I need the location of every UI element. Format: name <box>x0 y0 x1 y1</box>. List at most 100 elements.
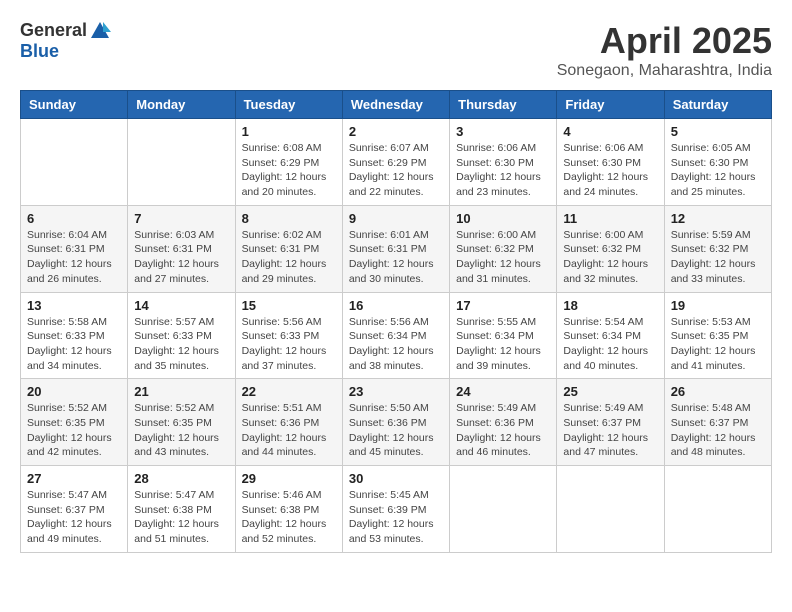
calendar-cell: 25 Sunrise: 5:49 AM Sunset: 6:37 PM Dayli… <box>557 379 664 466</box>
day-number: 3 <box>456 124 550 139</box>
calendar-cell: 10 Sunrise: 6:00 AM Sunset: 6:32 PM Dayli… <box>450 205 557 292</box>
day-number: 16 <box>349 298 443 313</box>
calendar-cell: 19Sunrise: 5:53 AM Sunset: 6:35 PM Dayli… <box>664 292 771 379</box>
calendar-cell: 5Sunrise: 6:05 AM Sunset: 6:30 PM Daylig… <box>664 119 771 206</box>
day-info: Sunrise: 5:46 AM Sunset: 6:38 PM Dayligh… <box>242 488 336 547</box>
day-info: Sunrise: 5:52 AM Sunset: 6:35 PM Dayligh… <box>134 401 228 460</box>
calendar-cell <box>557 466 664 553</box>
day-info: Sunrise: 6:03 AM Sunset: 6:31 PM Dayligh… <box>134 228 228 287</box>
day-number: 8 <box>242 211 336 226</box>
calendar-cell: 3 Sunrise: 6:06 AM Sunset: 6:30 PM Daylig… <box>450 119 557 206</box>
month-title: April 2025 <box>557 20 772 62</box>
day-info: Sunrise: 5:49 AM Sunset: 6:36 PM Dayligh… <box>456 401 550 460</box>
title-area: April 2025 Sonegaon, Maharashtra, India <box>557 20 772 80</box>
day-info: Sunrise: 6:00 AM Sunset: 6:32 PM Dayligh… <box>456 228 550 287</box>
day-info: Sunrise: 5:57 AM Sunset: 6:33 PM Dayligh… <box>134 315 228 374</box>
calendar-header-sunday: Sunday <box>21 91 128 119</box>
day-number: 10 <box>456 211 550 226</box>
calendar-cell: 23 Sunrise: 5:50 AM Sunset: 6:36 PM Dayli… <box>342 379 449 466</box>
day-number: 4 <box>563 124 657 139</box>
day-info: Sunrise: 5:52 AM Sunset: 6:35 PM Dayligh… <box>27 401 121 460</box>
calendar-cell: 21Sunrise: 5:52 AM Sunset: 6:35 PM Dayli… <box>128 379 235 466</box>
day-info: Sunrise: 6:02 AM Sunset: 6:31 PM Dayligh… <box>242 228 336 287</box>
calendar-week-4: 20 Sunrise: 5:52 AM Sunset: 6:35 PM Dayli… <box>21 379 772 466</box>
logo-blue: Blue <box>20 41 59 61</box>
day-info: Sunrise: 5:58 AM Sunset: 6:33 PM Dayligh… <box>27 315 121 374</box>
calendar-cell: 2 Sunrise: 6:07 AM Sunset: 6:29 PM Daylig… <box>342 119 449 206</box>
day-number: 29 <box>242 471 336 486</box>
day-number: 20 <box>27 384 121 399</box>
day-number: 7 <box>134 211 228 226</box>
day-number: 17 <box>456 298 550 313</box>
day-number: 23 <box>349 384 443 399</box>
calendar-header-friday: Friday <box>557 91 664 119</box>
calendar-cell: 12Sunrise: 5:59 AM Sunset: 6:32 PM Dayli… <box>664 205 771 292</box>
day-info: Sunrise: 5:49 AM Sunset: 6:37 PM Dayligh… <box>563 401 657 460</box>
day-number: 12 <box>671 211 765 226</box>
day-info: Sunrise: 6:04 AM Sunset: 6:31 PM Dayligh… <box>27 228 121 287</box>
day-number: 6 <box>27 211 121 226</box>
location-title: Sonegaon, Maharashtra, India <box>557 62 772 80</box>
calendar-cell: 4 Sunrise: 6:06 AM Sunset: 6:30 PM Daylig… <box>557 119 664 206</box>
calendar-cell: 18Sunrise: 5:54 AM Sunset: 6:34 PM Dayli… <box>557 292 664 379</box>
page-header: General Blue April 2025 Sonegaon, Mahara… <box>20 20 772 80</box>
day-info: Sunrise: 5:45 AM Sunset: 6:39 PM Dayligh… <box>349 488 443 547</box>
day-info: Sunrise: 5:56 AM Sunset: 6:34 PM Dayligh… <box>349 315 443 374</box>
day-number: 13 <box>27 298 121 313</box>
day-info: Sunrise: 5:56 AM Sunset: 6:33 PM Dayligh… <box>242 315 336 374</box>
day-info: Sunrise: 5:48 AM Sunset: 6:37 PM Dayligh… <box>671 401 765 460</box>
calendar-cell: 13 Sunrise: 5:58 AM Sunset: 6:33 PM Dayli… <box>21 292 128 379</box>
calendar-cell <box>21 119 128 206</box>
calendar-cell: 29 Sunrise: 5:46 AM Sunset: 6:38 PM Dayli… <box>235 466 342 553</box>
calendar-header-tuesday: Tuesday <box>235 91 342 119</box>
calendar-week-5: 27 Sunrise: 5:47 AM Sunset: 6:37 PM Dayli… <box>21 466 772 553</box>
calendar-cell: 16 Sunrise: 5:56 AM Sunset: 6:34 PM Dayli… <box>342 292 449 379</box>
calendar-header-wednesday: Wednesday <box>342 91 449 119</box>
calendar-week-1: 1Sunrise: 6:08 AM Sunset: 6:29 PM Daylig… <box>21 119 772 206</box>
calendar-cell: 15 Sunrise: 5:56 AM Sunset: 6:33 PM Dayli… <box>235 292 342 379</box>
calendar-cell <box>128 119 235 206</box>
calendar-cell <box>664 466 771 553</box>
logo-icon <box>89 20 111 42</box>
calendar-table: SundayMondayTuesdayWednesdayThursdayFrid… <box>20 90 772 553</box>
day-info: Sunrise: 5:55 AM Sunset: 6:34 PM Dayligh… <box>456 315 550 374</box>
day-info: Sunrise: 6:05 AM Sunset: 6:30 PM Dayligh… <box>671 141 765 200</box>
calendar-cell: 26 Sunrise: 5:48 AM Sunset: 6:37 PM Dayli… <box>664 379 771 466</box>
calendar-cell: 27 Sunrise: 5:47 AM Sunset: 6:37 PM Dayli… <box>21 466 128 553</box>
day-number: 25 <box>563 384 657 399</box>
day-number: 30 <box>349 471 443 486</box>
day-number: 1 <box>242 124 336 139</box>
calendar-cell: 14 Sunrise: 5:57 AM Sunset: 6:33 PM Dayli… <box>128 292 235 379</box>
day-number: 22 <box>242 384 336 399</box>
day-info: Sunrise: 6:00 AM Sunset: 6:32 PM Dayligh… <box>563 228 657 287</box>
logo-general: General <box>20 21 87 41</box>
day-number: 2 <box>349 124 443 139</box>
day-info: Sunrise: 6:06 AM Sunset: 6:30 PM Dayligh… <box>456 141 550 200</box>
calendar-header-saturday: Saturday <box>664 91 771 119</box>
day-number: 15 <box>242 298 336 313</box>
day-number: 26 <box>671 384 765 399</box>
calendar-cell: 20 Sunrise: 5:52 AM Sunset: 6:35 PM Dayli… <box>21 379 128 466</box>
day-number: 14 <box>134 298 228 313</box>
day-info: Sunrise: 5:51 AM Sunset: 6:36 PM Dayligh… <box>242 401 336 460</box>
day-info: Sunrise: 5:47 AM Sunset: 6:37 PM Dayligh… <box>27 488 121 547</box>
day-number: 27 <box>27 471 121 486</box>
day-number: 24 <box>456 384 550 399</box>
day-info: Sunrise: 5:50 AM Sunset: 6:36 PM Dayligh… <box>349 401 443 460</box>
day-info: Sunrise: 6:07 AM Sunset: 6:29 PM Dayligh… <box>349 141 443 200</box>
calendar-cell <box>450 466 557 553</box>
day-info: Sunrise: 6:01 AM Sunset: 6:31 PM Dayligh… <box>349 228 443 287</box>
day-info: Sunrise: 5:54 AM Sunset: 6:34 PM Dayligh… <box>563 315 657 374</box>
day-number: 9 <box>349 211 443 226</box>
calendar-cell: 28Sunrise: 5:47 AM Sunset: 6:38 PM Dayli… <box>128 466 235 553</box>
day-info: Sunrise: 6:06 AM Sunset: 6:30 PM Dayligh… <box>563 141 657 200</box>
calendar-cell: 1Sunrise: 6:08 AM Sunset: 6:29 PM Daylig… <box>235 119 342 206</box>
calendar-cell: 17 Sunrise: 5:55 AM Sunset: 6:34 PM Dayli… <box>450 292 557 379</box>
calendar-body: 1Sunrise: 6:08 AM Sunset: 6:29 PM Daylig… <box>21 119 772 553</box>
calendar-cell: 6 Sunrise: 6:04 AM Sunset: 6:31 PM Daylig… <box>21 205 128 292</box>
calendar-header-monday: Monday <box>128 91 235 119</box>
calendar-cell: 7 Sunrise: 6:03 AM Sunset: 6:31 PM Daylig… <box>128 205 235 292</box>
calendar-week-2: 6 Sunrise: 6:04 AM Sunset: 6:31 PM Daylig… <box>21 205 772 292</box>
calendar-header-thursday: Thursday <box>450 91 557 119</box>
day-number: 19 <box>671 298 765 313</box>
